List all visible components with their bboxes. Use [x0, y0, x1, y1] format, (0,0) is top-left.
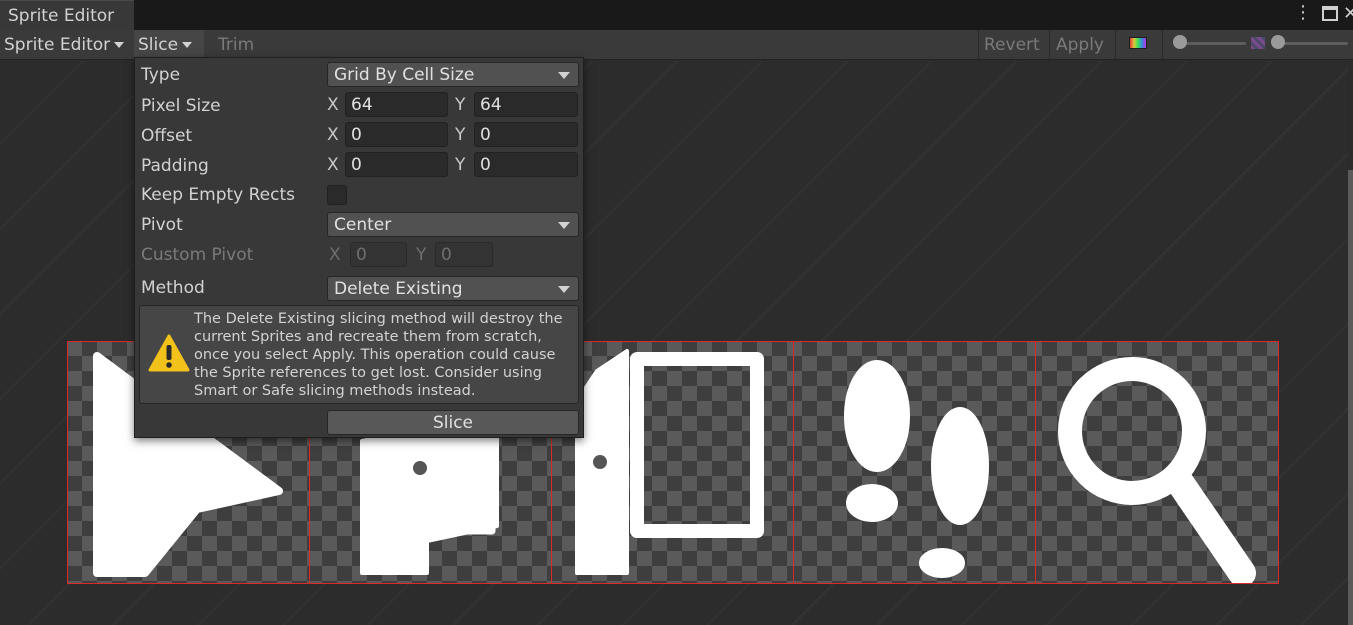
custom-pivot-y-label: Y: [416, 245, 427, 265]
type-value: Grid By Cell Size: [334, 65, 475, 85]
editor-mode-dropdown[interactable]: Sprite Editor: [0, 30, 128, 59]
editor-mode-label: Sprite Editor: [4, 35, 111, 55]
pixel-size-x-label: X: [327, 95, 339, 115]
type-label: Type: [141, 65, 181, 85]
toolbar: Sprite Editor Slice Trim Revert Apply: [0, 30, 1353, 60]
type-dropdown[interactable]: Grid By Cell Size: [327, 62, 579, 87]
offset-y-label: Y: [455, 125, 466, 145]
method-label: Method: [141, 278, 205, 298]
padding-label: Padding: [141, 156, 209, 176]
vertical-scrollbar[interactable]: [1348, 170, 1353, 625]
padding-y-field[interactable]: 0: [474, 152, 578, 177]
close-icon[interactable]: ✕: [1343, 3, 1353, 24]
warning-icon: [148, 334, 190, 372]
slice-button[interactable]: Slice: [327, 410, 579, 435]
method-value: Delete Existing: [334, 279, 463, 299]
pixel-size-label: Pixel Size: [141, 96, 221, 116]
zoom-slider-handle[interactable]: [1173, 35, 1187, 49]
offset-y-field[interactable]: 0: [474, 122, 578, 147]
toolbar-divider: [1162, 30, 1163, 59]
kebab-menu-icon[interactable]: ⋮: [1294, 4, 1312, 24]
chevron-down-icon: [558, 286, 570, 293]
toolbar-divider: [978, 30, 979, 59]
method-dropdown[interactable]: Delete Existing: [327, 276, 579, 301]
pivot-dropdown[interactable]: Center: [327, 212, 579, 237]
keep-empty-rects-label: Keep Empty Rects: [141, 185, 296, 205]
slice-rect[interactable]: [551, 341, 794, 584]
warning-text: The Delete Existing slicing method will …: [194, 311, 563, 399]
slice-rect[interactable]: [793, 341, 1036, 584]
mip-level-icon: [1251, 37, 1265, 49]
chevron-down-icon: [114, 42, 125, 48]
custom-pivot-y-field: 0: [435, 242, 493, 267]
custom-pivot-x-field: 0: [350, 242, 407, 267]
mip-slider-handle[interactable]: [1271, 35, 1285, 49]
chevron-down-icon: [558, 222, 570, 229]
custom-pivot-x-label: X: [329, 245, 341, 265]
window-tab[interactable]: Sprite Editor: [0, 0, 134, 30]
warning-helpbox: The Delete Existing slicing method will …: [139, 305, 579, 404]
custom-pivot-label: Custom Pivot: [141, 245, 254, 265]
padding-x-label: X: [327, 155, 339, 175]
rgb-channel-icon[interactable]: [1129, 37, 1147, 49]
zoom-slider-track[interactable]: [1178, 42, 1246, 45]
toolbar-divider: [1115, 30, 1116, 59]
window-tab-bar: Sprite Editor ⋮ ✕: [0, 0, 1353, 30]
slice-popup: Type Grid By Cell Size Pixel Size X 64 Y…: [134, 57, 584, 438]
slice-rect[interactable]: [1035, 341, 1279, 584]
chevron-down-icon: [558, 72, 570, 79]
toolbar-divider: [1049, 30, 1050, 59]
chevron-down-icon: [182, 42, 193, 48]
offset-label: Offset: [141, 126, 193, 146]
pixel-size-x-field[interactable]: 64: [345, 92, 448, 117]
apply-button[interactable]: Apply: [1052, 30, 1112, 59]
trim-button[interactable]: Trim: [214, 30, 264, 59]
offset-x-label: X: [327, 125, 339, 145]
padding-y-label: Y: [455, 155, 466, 175]
maximize-icon[interactable]: [1322, 6, 1338, 21]
slice-menu-label: Slice: [138, 35, 179, 55]
pivot-label: Pivot: [141, 215, 183, 235]
slice-menu-button[interactable]: Slice: [134, 30, 204, 59]
padding-x-field[interactable]: 0: [345, 152, 448, 177]
pixel-size-y-field[interactable]: 64: [474, 92, 578, 117]
keep-empty-rects-checkbox[interactable]: [327, 185, 347, 205]
offset-x-field[interactable]: 0: [345, 122, 448, 147]
pivot-value: Center: [334, 215, 392, 235]
revert-button[interactable]: Revert: [980, 30, 1048, 59]
pixel-size-y-label: Y: [455, 95, 466, 115]
